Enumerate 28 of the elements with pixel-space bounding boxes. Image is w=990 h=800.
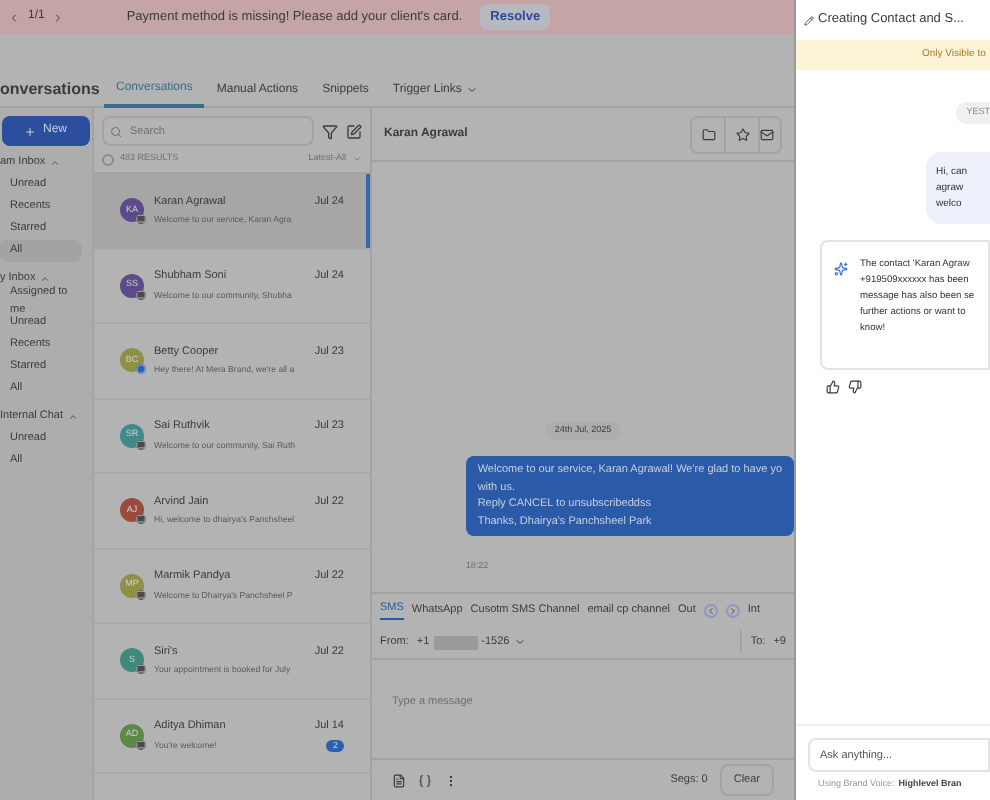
chat-bubble-icon xyxy=(136,364,146,375)
thumbs-down-icon[interactable] xyxy=(848,379,862,394)
sparkle-icon xyxy=(834,261,848,276)
thumbs-up-icon[interactable] xyxy=(826,379,840,394)
message-icon xyxy=(136,514,146,525)
page-title: onversations xyxy=(0,78,102,102)
document-icon[interactable] xyxy=(392,773,406,787)
message-icon xyxy=(136,589,146,600)
chevron-down-icon xyxy=(465,84,478,96)
compose-icon[interactable] xyxy=(346,123,362,139)
braces-icon[interactable] xyxy=(418,773,432,787)
plus-icon xyxy=(24,125,37,137)
pencil-icon xyxy=(804,15,814,25)
chevron-down-icon xyxy=(352,154,362,164)
chevron-left-icon[interactable] xyxy=(8,11,20,23)
search-icon xyxy=(110,125,122,137)
message-icon xyxy=(136,739,146,750)
more-icon[interactable] xyxy=(444,773,458,787)
scroll-left-icon[interactable] xyxy=(703,603,718,617)
message-icon xyxy=(136,664,146,675)
scroll-right-icon[interactable] xyxy=(725,603,740,617)
select-all-checkbox[interactable] xyxy=(102,153,114,165)
message-icon xyxy=(136,214,146,225)
chevron-right-icon[interactable] xyxy=(52,11,65,23)
chevron-down-icon xyxy=(513,636,526,648)
message-icon xyxy=(136,439,146,450)
filter-icon[interactable] xyxy=(322,123,338,139)
message-icon xyxy=(136,289,146,300)
